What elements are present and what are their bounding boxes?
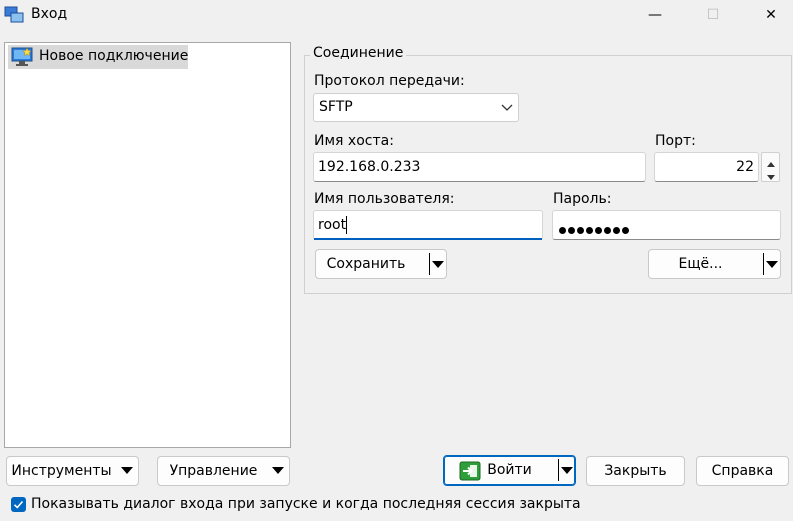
host-value: 192.168.0.233 — [318, 159, 421, 175]
show-dialog-checkbox[interactable] — [11, 497, 26, 512]
password-mask-dot — [595, 227, 602, 234]
dropdown-arrow-icon[interactable] — [766, 261, 778, 268]
window-title: Вход — [31, 6, 68, 22]
host-input[interactable]: 192.168.0.233 — [313, 152, 646, 182]
manage-button-label: Управление — [169, 463, 258, 479]
password-mask-dot — [568, 227, 575, 234]
help-button-label: Справка — [711, 463, 774, 479]
site-item-new-connection[interactable]: Новое подключение — [8, 45, 188, 69]
help-button[interactable]: Справка — [696, 456, 789, 486]
dropdown-arrow-icon[interactable] — [432, 261, 444, 268]
host-label: Имя хоста: — [314, 133, 394, 149]
manage-button[interactable]: Управление — [157, 456, 290, 486]
site-list[interactable] — [4, 42, 291, 448]
user-value: root — [318, 217, 347, 233]
port-value: 22 — [736, 159, 754, 175]
protocol-label: Протокол передачи: — [314, 73, 465, 89]
protocol-value: SFTP — [319, 99, 353, 115]
close-window-button[interactable]: ✕ — [748, 0, 793, 30]
tools-button[interactable]: Инструменты — [6, 456, 139, 486]
save-button-label: Сохранить — [326, 256, 406, 272]
password-mask-dot — [622, 227, 629, 234]
login-button[interactable]: Войти — [443, 455, 576, 486]
dropdown-arrow-icon[interactable] — [561, 467, 573, 474]
stepper-down-icon[interactable] — [766, 170, 776, 186]
password-mask-dot — [604, 227, 611, 234]
split-separator — [763, 253, 764, 275]
save-button[interactable]: Сохранить — [315, 249, 447, 279]
checkmark-icon — [13, 500, 24, 509]
focus-underline — [314, 238, 542, 240]
split-separator — [558, 459, 559, 481]
title-bar: Вход — ☐ ✕ — [0, 0, 793, 32]
split-separator — [429, 253, 430, 275]
text-cursor — [346, 216, 347, 234]
app-icon — [4, 6, 24, 24]
dropdown-arrow-icon[interactable] — [272, 467, 284, 474]
password-mask-dot — [559, 227, 566, 234]
password-mask-dot — [613, 227, 620, 234]
password-mask-dot — [577, 227, 584, 234]
password-mask-dot — [586, 227, 593, 234]
protocol-select[interactable]: SFTP — [313, 93, 519, 122]
chevron-down-icon — [501, 98, 513, 120]
tools-button-label: Инструменты — [11, 463, 112, 479]
port-input[interactable]: 22 — [654, 152, 759, 182]
close-button[interactable]: Закрыть — [586, 456, 685, 486]
password-input[interactable] — [552, 210, 781, 240]
user-input[interactable]: root — [313, 210, 543, 240]
password-mask — [559, 222, 631, 234]
port-label: Порт: — [655, 133, 696, 149]
close-button-label: Закрыть — [604, 463, 667, 479]
login-button-label: Войти — [487, 462, 532, 478]
maximize-button[interactable]: ☐ — [690, 0, 736, 30]
password-label: Пароль: — [553, 191, 612, 207]
monitor-icon — [11, 47, 33, 71]
user-label: Имя пользователя: — [314, 191, 455, 207]
dropdown-arrow-icon[interactable] — [121, 467, 133, 474]
session-group-label: Соединение — [310, 45, 407, 61]
login-icon — [459, 461, 481, 485]
minimize-button[interactable]: — — [632, 0, 678, 30]
advanced-button[interactable]: Ещё... — [648, 249, 781, 279]
show-dialog-label[interactable]: Показывать диалог входа при запуске и ко… — [31, 496, 581, 512]
site-item-label: Новое подключение — [39, 48, 189, 64]
port-stepper[interactable] — [761, 152, 780, 182]
advanced-button-label: Ещё... — [678, 256, 723, 272]
